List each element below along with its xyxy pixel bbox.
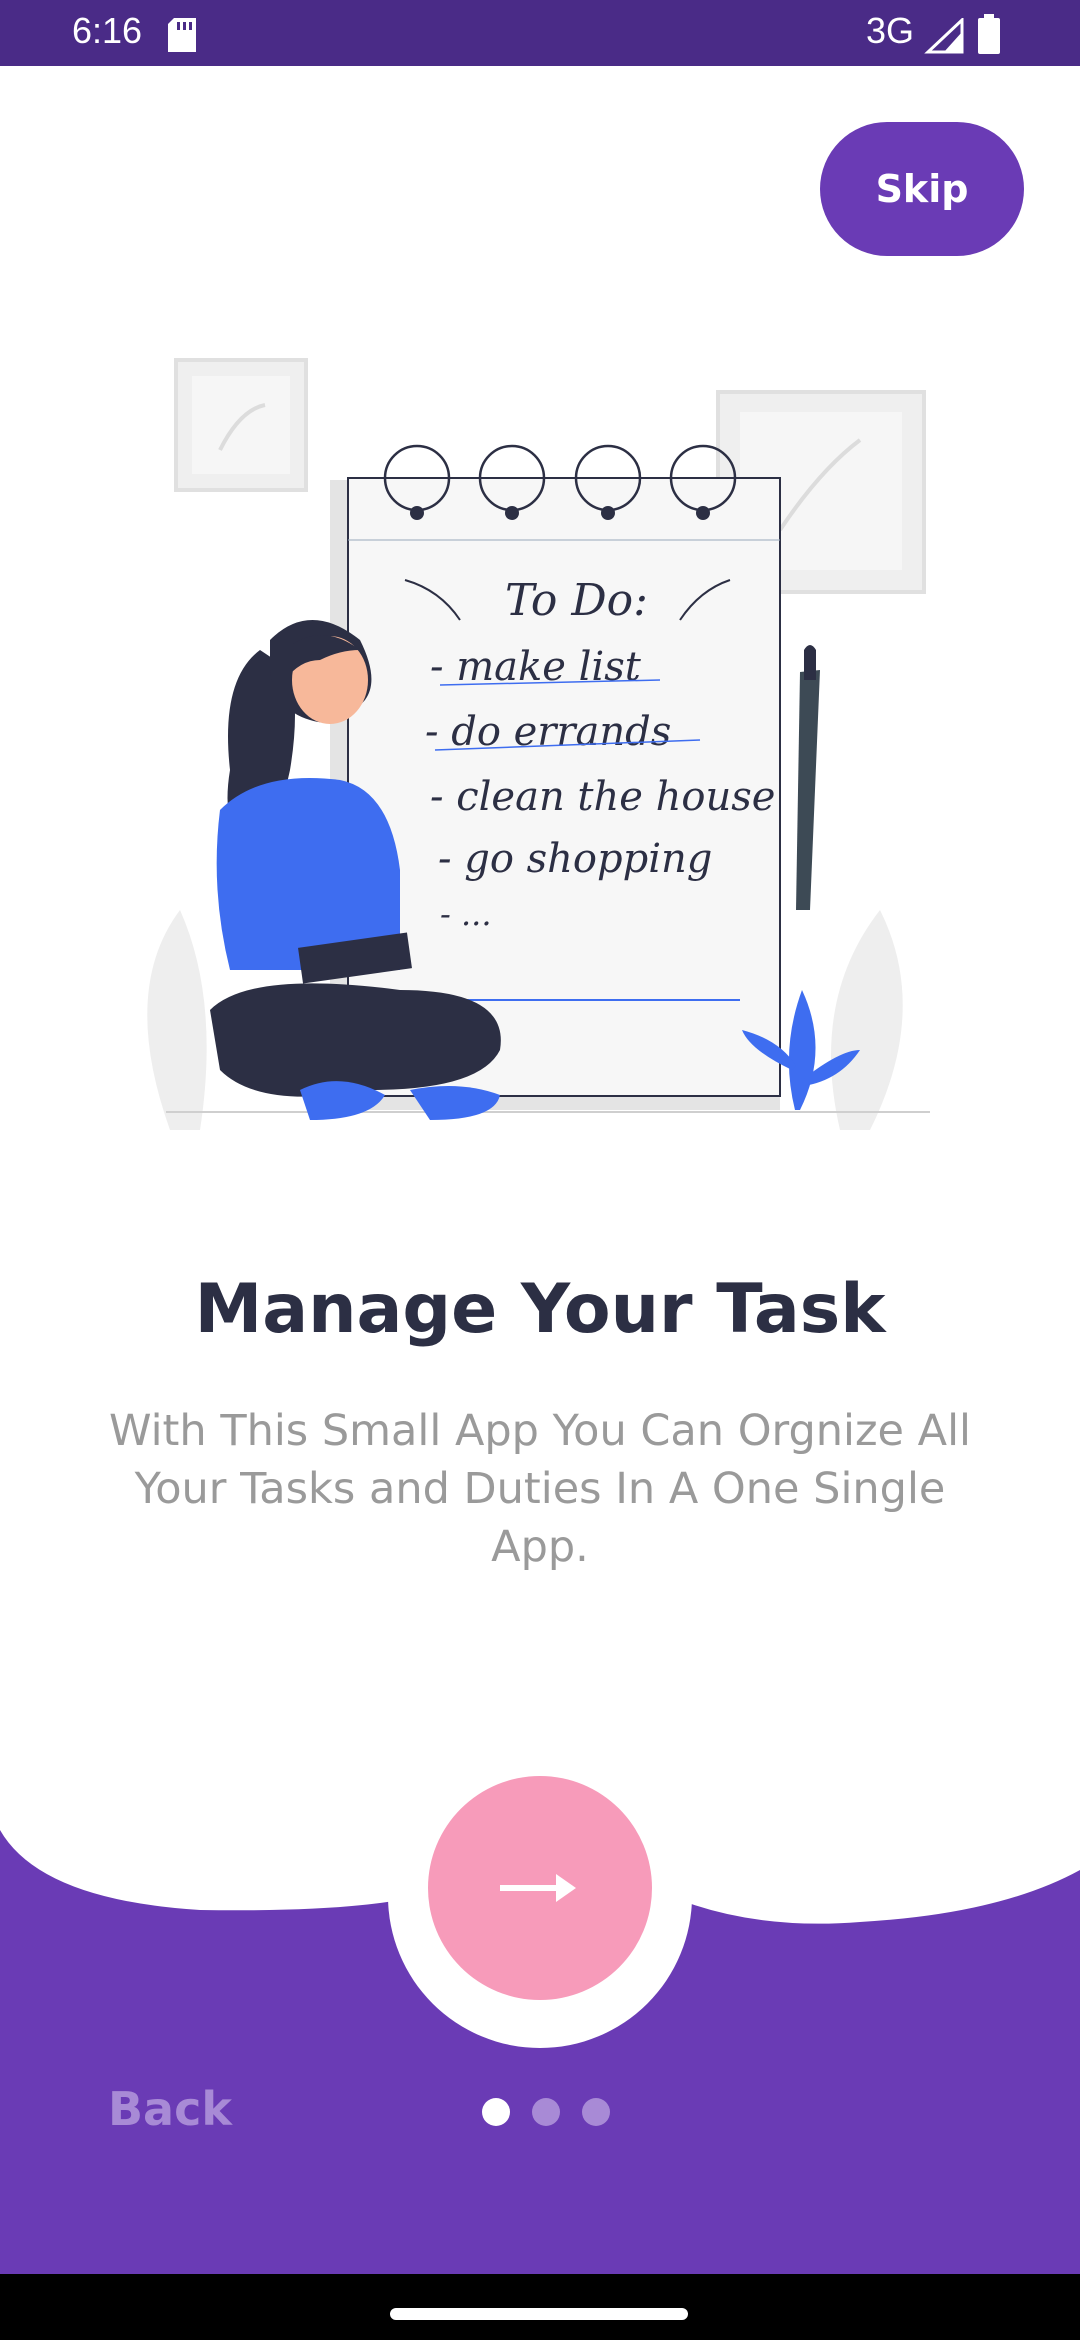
home-gesture-handle[interactable] (390, 2308, 688, 2320)
todo-item: - ... (440, 895, 492, 933)
todo-item: - go shopping (438, 836, 712, 882)
page-subtitle: With This Small App You Can Orgnize All … (109, 1406, 971, 1572)
sd-card-icon (168, 18, 196, 52)
picture-frame-left (174, 358, 308, 492)
page-dot-active (482, 2098, 510, 2126)
todo-item: - do errands (425, 709, 671, 755)
todo-item: - clean the house (430, 774, 775, 820)
battery-icon (978, 14, 1000, 54)
network-type: 3G (866, 10, 915, 51)
pen-illustration (796, 645, 820, 910)
status-time: 6:16 (72, 10, 143, 51)
back-button[interactable]: Back (108, 2082, 232, 2136)
onboarding-illustration: To Do: - make list - do errands - clean … (147, 358, 930, 1130)
status-bar: 6:16 3G (0, 0, 1080, 66)
page-indicator (482, 2098, 610, 2126)
todo-heading: To Do: (505, 575, 648, 626)
page-dot (532, 2098, 560, 2126)
signal-icon (924, 18, 964, 54)
page-title: Manage Your Task (194, 1270, 886, 1349)
skip-button[interactable]: Skip (820, 122, 1024, 256)
arrow-right-icon (500, 1874, 576, 1902)
system-nav-bar (0, 2274, 1080, 2340)
next-button[interactable] (428, 1776, 652, 2000)
page-dot (582, 2098, 610, 2126)
